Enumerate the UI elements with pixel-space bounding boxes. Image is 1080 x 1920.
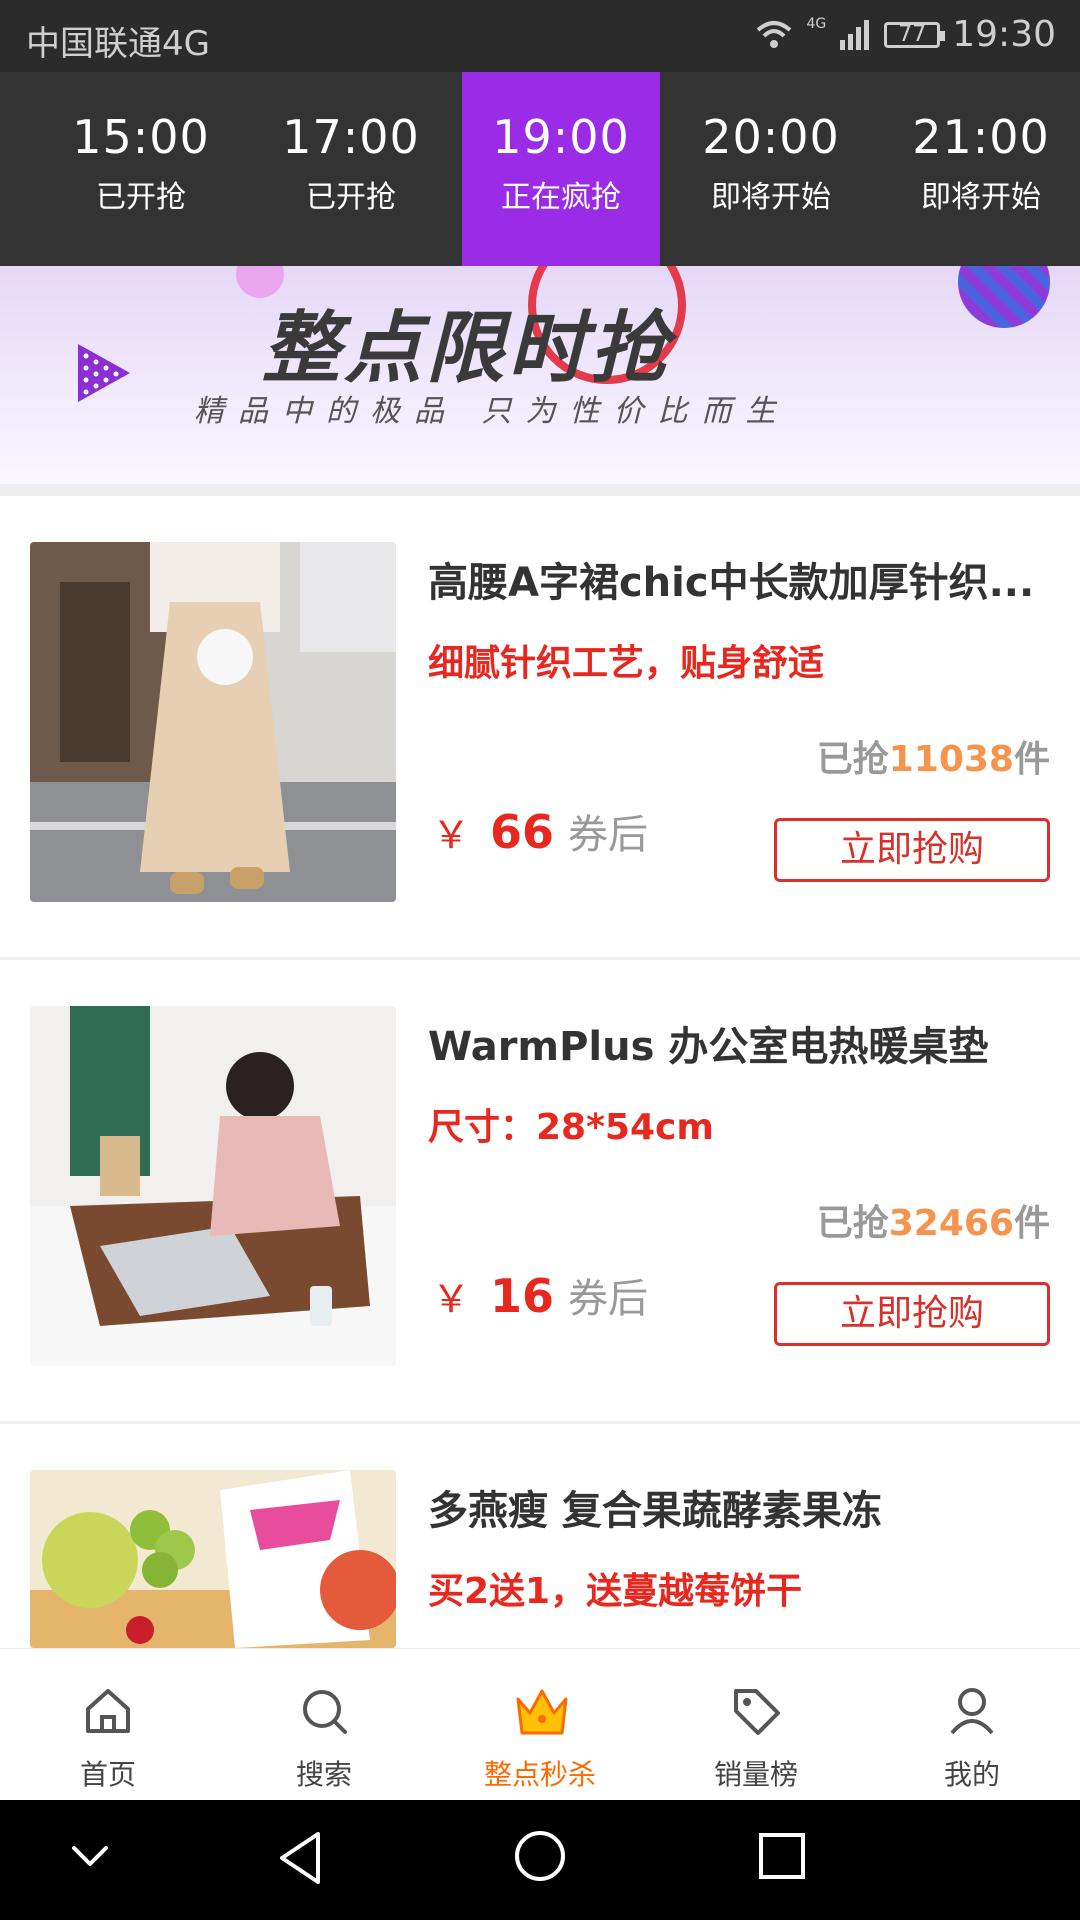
time-tab-time: 20:00 bbox=[702, 110, 840, 164]
price-row: ￥ 66 券后 bbox=[432, 802, 648, 860]
striped-ball-decoration bbox=[958, 266, 1050, 328]
sold-prefix: 已抢 bbox=[816, 739, 889, 780]
time-tab-time: 17:00 bbox=[282, 110, 420, 164]
time-tab-1700[interactable]: 17:00 已开抢 bbox=[252, 72, 450, 266]
play-triangle-icon bbox=[78, 344, 130, 402]
carrier-label: 中国联通4G bbox=[26, 24, 210, 64]
time-tab-status: 正在疯抢 bbox=[501, 180, 621, 215]
time-tab-time: 21:00 bbox=[912, 110, 1050, 164]
sold-suffix: 件 bbox=[1013, 739, 1050, 780]
price-value: 16 bbox=[490, 1269, 555, 1323]
home-icon bbox=[86, 1689, 130, 1733]
banner-subtitle: 精品中的极品 只为性价比而生 bbox=[194, 394, 790, 429]
nav-sales-ranking[interactable]: 销量榜 bbox=[648, 1649, 864, 1801]
status-bar: 中国联通4G 4G 77 19:30 bbox=[0, 0, 1080, 72]
sold-prefix: 已抢 bbox=[816, 1203, 889, 1244]
clock: 19:30 bbox=[952, 14, 1056, 55]
time-tab-2100[interactable]: 21:00 即将开始 bbox=[882, 72, 1080, 266]
product-card[interactable]: 高腰A字裙chic中长款加厚针织... 细腻针织工艺，贴身舒适 已抢11038件… bbox=[0, 496, 1080, 960]
product-tagline: 买2送1，送蔓越莓饼干 bbox=[428, 1571, 803, 1612]
product-title[interactable]: 多燕瘦 复合果蔬酵素果冻 bbox=[428, 1478, 1050, 1536]
nav-profile[interactable]: 我的 bbox=[864, 1649, 1080, 1801]
product-card[interactable]: 多燕瘦 复合果蔬酵素果冻 买2送1，送蔓越莓饼干 bbox=[0, 1424, 1080, 1648]
nav-label: 我的 bbox=[943, 1758, 1000, 1791]
product-image[interactable] bbox=[30, 1006, 396, 1366]
time-slot-tabs: 15:00 已开抢 17:00 已开抢 19:00 正在疯抢 20:00 即将开… bbox=[0, 72, 1080, 266]
price-row: ￥ 16 券后 bbox=[432, 1266, 648, 1324]
nav-search[interactable]: 搜索 bbox=[216, 1649, 432, 1801]
product-title[interactable]: WarmPlus 办公室电热暖桌垫 bbox=[428, 1014, 1050, 1072]
time-tab-status: 即将开始 bbox=[711, 180, 831, 215]
sold-count: 已抢32466件 bbox=[817, 1194, 1050, 1246]
currency-symbol: ￥ bbox=[432, 813, 471, 857]
product-image[interactable] bbox=[30, 542, 396, 902]
product-card[interactable]: WarmPlus 办公室电热暖桌垫 尺寸：28*54cm 已抢32466件 ￥ … bbox=[0, 960, 1080, 1424]
price-value: 66 bbox=[490, 805, 555, 859]
buy-now-button[interactable]: 立即抢购 bbox=[774, 1282, 1050, 1346]
back-triangle-icon[interactable] bbox=[276, 1830, 324, 1886]
battery-icon: 77 bbox=[884, 21, 946, 48]
nav-label: 整点秒杀 bbox=[483, 1758, 596, 1791]
product-title[interactable]: 高腰A字裙chic中长款加厚针织... bbox=[428, 550, 1050, 608]
sold-suffix: 件 bbox=[1013, 1203, 1050, 1244]
time-tab-status: 已开抢 bbox=[306, 180, 396, 215]
sold-number: 11038 bbox=[888, 739, 1014, 780]
chevron-down-icon[interactable] bbox=[70, 1842, 110, 1872]
currency-symbol: ￥ bbox=[432, 1277, 471, 1321]
banner-title: 整点限时抢 bbox=[262, 304, 673, 394]
time-tab-1500[interactable]: 15:00 已开抢 bbox=[42, 72, 240, 266]
network-type-label: 4G bbox=[806, 16, 827, 32]
system-navigation-bar bbox=[0, 1800, 1080, 1920]
nav-label: 销量榜 bbox=[713, 1758, 798, 1791]
search-icon bbox=[303, 1690, 347, 1734]
tag-icon bbox=[734, 1689, 780, 1735]
bottom-navigation: 首页 搜索 整点秒杀 销量榜 我的 bbox=[0, 1648, 1080, 1801]
time-tab-time: 15:00 bbox=[72, 110, 210, 164]
sold-count: 已抢11038件 bbox=[817, 730, 1050, 782]
user-icon bbox=[950, 1688, 994, 1735]
status-indicators: 4G 77 19:30 bbox=[754, 14, 1056, 55]
time-tab-status: 已开抢 bbox=[96, 180, 186, 215]
recents-square-icon[interactable] bbox=[756, 1830, 808, 1882]
time-tab-2000[interactable]: 20:00 即将开始 bbox=[672, 72, 870, 266]
sold-number: 32466 bbox=[888, 1203, 1014, 1244]
price-note: 券后 bbox=[568, 812, 649, 858]
nav-label: 首页 bbox=[79, 1758, 136, 1791]
time-tab-time: 19:00 bbox=[492, 110, 630, 164]
nav-flash-sale[interactable]: 整点秒杀 bbox=[432, 1649, 648, 1801]
signal-icon bbox=[840, 19, 870, 50]
product-tagline: 尺寸：28*54cm bbox=[428, 1107, 714, 1148]
product-tagline: 细腻针织工艺，贴身舒适 bbox=[428, 643, 825, 684]
time-tab-1900[interactable]: 19:00 正在疯抢 bbox=[462, 72, 660, 266]
buy-now-button[interactable]: 立即抢购 bbox=[774, 818, 1050, 882]
wifi-icon bbox=[757, 20, 792, 48]
product-image[interactable] bbox=[30, 1470, 396, 1648]
section-divider bbox=[0, 484, 1080, 496]
price-note: 券后 bbox=[568, 1276, 649, 1322]
battery-level: 77 bbox=[898, 22, 927, 47]
flash-sale-banner: 整点限时抢 精品中的极品 只为性价比而生 bbox=[0, 266, 1080, 484]
crown-icon bbox=[516, 1689, 568, 1735]
time-tab-status: 即将开始 bbox=[921, 180, 1041, 215]
nav-label: 搜索 bbox=[295, 1758, 352, 1791]
home-circle-icon[interactable] bbox=[512, 1828, 568, 1884]
nav-home[interactable]: 首页 bbox=[0, 1649, 216, 1801]
